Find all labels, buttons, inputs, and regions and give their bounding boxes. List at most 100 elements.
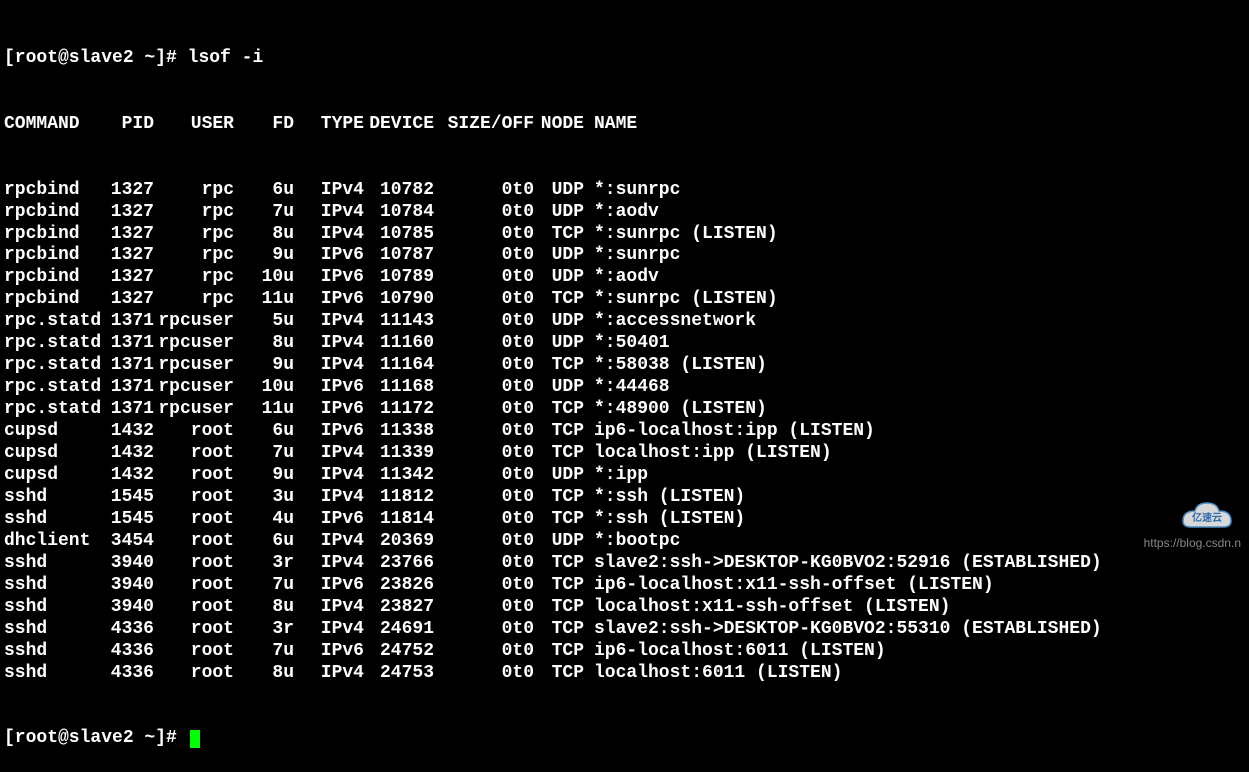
cell-fd: 8u [234,224,294,246]
cell-fd: 9u [234,245,294,267]
cell-device: 24752 [364,641,434,663]
cell-user: root [154,575,234,597]
cell-device: 10789 [364,267,434,289]
cell-user: rpcuser [154,377,234,399]
cell-device: 23826 [364,575,434,597]
cell-name: *:sunrpc [584,245,680,267]
cell-type: IPv4 [294,487,364,509]
cell-pid: 1327 [104,224,154,246]
cell-node: TCP [534,224,584,246]
cell-pid: 1327 [104,289,154,311]
cell-pid: 4336 [104,619,154,641]
table-row: rpcbind1327rpc8uIPv4107850t0TCP*:sunrpc … [4,224,1245,246]
terminal-output[interactable]: [root@slave2 ~]# lsof -i COMMAND PID USE… [4,4,1245,772]
header-node: NODE [534,114,584,136]
cell-fd: 10u [234,377,294,399]
cell-user: root [154,465,234,487]
cell-type: IPv6 [294,421,364,443]
table-row: sshd1545root4uIPv6118140t0TCP*:ssh (LIST… [4,509,1245,531]
cell-device: 23827 [364,597,434,619]
cell-name: *:48900 (LISTEN) [584,399,767,421]
cell-type: IPv6 [294,377,364,399]
cell-command: sshd [4,597,104,619]
cell-fd: 10u [234,267,294,289]
cell-fd: 5u [234,311,294,333]
cell-sizeoff: 0t0 [434,663,534,685]
cell-fd: 8u [234,597,294,619]
cell-pid: 1327 [104,267,154,289]
cell-pid: 1327 [104,180,154,202]
cell-pid: 3940 [104,553,154,575]
watermark-logo-icon: 亿速云 [1175,497,1239,529]
cell-pid: 4336 [104,641,154,663]
next-prompt-line[interactable]: [root@slave2 ~]# [4,728,1245,750]
cell-name: *:ssh (LISTEN) [584,509,745,531]
cell-name: *:accessnetwork [584,311,756,333]
cell-node: TCP [534,619,584,641]
cell-command: cupsd [4,443,104,465]
cell-sizeoff: 0t0 [434,487,534,509]
cell-node: UDP [534,311,584,333]
cell-fd: 8u [234,663,294,685]
cell-name: slave2:ssh->DESKTOP-KG0BVO2:55310 (ESTAB… [584,619,1102,641]
cell-type: IPv4 [294,333,364,355]
cell-fd: 6u [234,531,294,553]
table-row: sshd4336root8uIPv4247530t0TCPlocalhost:6… [4,663,1245,685]
cell-node: TCP [534,443,584,465]
cell-device: 11143 [364,311,434,333]
cell-fd: 11u [234,289,294,311]
cell-sizeoff: 0t0 [434,399,534,421]
cell-user: root [154,641,234,663]
cell-fd: 4u [234,509,294,531]
cell-name: *:ipp [584,465,648,487]
cell-type: IPv6 [294,245,364,267]
cell-fd: 3u [234,487,294,509]
cell-type: IPv4 [294,224,364,246]
cell-node: TCP [534,289,584,311]
cell-user: rpc [154,267,234,289]
cell-sizeoff: 0t0 [434,333,534,355]
table-row: rpc.statd1371rpcuser8uIPv4111600t0UDP*:5… [4,333,1245,355]
cell-command: sshd [4,509,104,531]
cell-device: 11812 [364,487,434,509]
cell-type: IPv4 [294,597,364,619]
cell-name: ip6-localhost:x11-ssh-offset (LISTEN) [584,575,994,597]
cell-command: sshd [4,663,104,685]
cell-user: root [154,597,234,619]
cell-fd: 6u [234,421,294,443]
cell-command: sshd [4,487,104,509]
table-row: sshd3940root8uIPv4238270t0TCPlocalhost:x… [4,597,1245,619]
cell-type: IPv6 [294,399,364,421]
cell-sizeoff: 0t0 [434,421,534,443]
shell-prompt: [root@slave2 ~]# [4,48,188,70]
table-row: rpcbind1327rpc11uIPv6107900t0TCP*:sunrpc… [4,289,1245,311]
cell-user: root [154,443,234,465]
cell-pid: 1545 [104,509,154,531]
cell-type: IPv4 [294,311,364,333]
cell-device: 10784 [364,202,434,224]
table-row: rpc.statd1371rpcuser5uIPv4111430t0UDP*:a… [4,311,1245,333]
cell-user: rpcuser [154,399,234,421]
cell-sizeoff: 0t0 [434,355,534,377]
cell-sizeoff: 0t0 [434,289,534,311]
cell-device: 20369 [364,531,434,553]
cell-sizeoff: 0t0 [434,311,534,333]
cell-user: rpc [154,180,234,202]
cell-device: 11160 [364,333,434,355]
cell-command: rpcbind [4,267,104,289]
table-row: rpc.statd1371rpcuser9uIPv4111640t0TCP*:5… [4,355,1245,377]
cell-command: sshd [4,619,104,641]
cell-sizeoff: 0t0 [434,641,534,663]
cell-name: *:bootpc [584,531,680,553]
cell-command: sshd [4,641,104,663]
cell-sizeoff: 0t0 [434,180,534,202]
cell-fd: 3r [234,553,294,575]
svg-text:亿速云: 亿速云 [1192,511,1222,524]
cell-user: rpcuser [154,311,234,333]
cell-fd: 7u [234,575,294,597]
cell-pid: 1371 [104,311,154,333]
header-command: COMMAND [4,114,104,136]
cell-type: IPv6 [294,289,364,311]
cell-node: TCP [534,575,584,597]
cell-node: TCP [534,399,584,421]
